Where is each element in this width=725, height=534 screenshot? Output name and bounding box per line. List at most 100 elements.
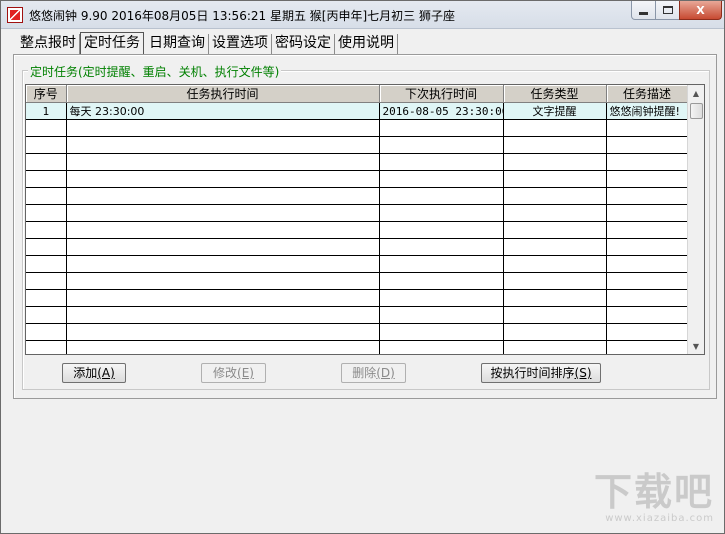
cell-empty[interactable] [66, 340, 380, 354]
cell-empty[interactable] [606, 340, 689, 354]
cell-empty[interactable] [379, 170, 504, 188]
cell-empty[interactable] [606, 170, 689, 188]
cell-empty[interactable] [66, 221, 380, 239]
cell-empty[interactable] [606, 272, 689, 290]
cell-empty[interactable] [66, 238, 380, 256]
tab-scheduled-tasks[interactable]: 定时任务 [80, 32, 144, 54]
cell-empty[interactable] [66, 119, 380, 137]
title-bar[interactable]: 悠悠闹钟 9.90 2016年08月05日 13:56:21 星期五 猴[丙申年… [1, 1, 724, 29]
cell-empty[interactable] [379, 272, 504, 290]
cell-empty[interactable] [606, 306, 689, 324]
cell-empty[interactable] [66, 204, 380, 222]
cell-empty[interactable] [503, 119, 607, 137]
cell-empty[interactable] [26, 221, 67, 239]
column-header-exec-time[interactable]: 任务执行时间 [66, 85, 380, 103]
table-row-empty[interactable] [26, 221, 689, 239]
cell-empty[interactable] [379, 323, 504, 341]
table-row-empty[interactable] [26, 153, 689, 171]
cell-empty[interactable] [606, 136, 689, 154]
cell-empty[interactable] [606, 119, 689, 137]
cell-empty[interactable] [379, 306, 504, 324]
cell-empty[interactable] [379, 136, 504, 154]
cell-empty[interactable] [379, 119, 504, 137]
cell-empty[interactable] [26, 272, 67, 290]
table-row-empty[interactable] [26, 187, 689, 205]
cell-empty[interactable] [379, 221, 504, 239]
cell-empty[interactable] [66, 306, 380, 324]
table-row-empty[interactable] [26, 170, 689, 188]
cell-empty[interactable] [503, 272, 607, 290]
tab-hourly-chime[interactable]: 整点报时 [17, 34, 80, 54]
maximize-button[interactable] [655, 1, 680, 20]
cell-empty[interactable] [503, 255, 607, 273]
tab-date-lookup[interactable]: 日期查询 [146, 34, 209, 54]
cell-empty[interactable] [606, 221, 689, 239]
tab-password[interactable]: 密码设定 [272, 34, 335, 54]
vertical-scrollbar[interactable]: ▲ ▼ [687, 85, 704, 354]
cell-empty[interactable] [26, 340, 67, 354]
table-row[interactable]: 1 每天 23:30:00 2016-08-05 23:30:00 文字提醒 悠… [26, 102, 689, 120]
table-row-empty[interactable] [26, 306, 689, 324]
task-grid[interactable]: 序号 任务执行时间 下次执行时间 任务类型 任务描述 1 每天 23:30:00… [25, 84, 705, 355]
table-row-empty[interactable] [26, 340, 689, 354]
cell-empty[interactable] [379, 255, 504, 273]
scroll-up-arrow-icon[interactable]: ▲ [688, 85, 704, 101]
cell-empty[interactable] [26, 170, 67, 188]
cell-empty[interactable] [379, 289, 504, 307]
cell-empty[interactable] [66, 289, 380, 307]
cell-next-time[interactable]: 2016-08-05 23:30:00 [379, 102, 504, 120]
add-task-button[interactable]: 添加(A) [62, 363, 126, 383]
cell-empty[interactable] [379, 187, 504, 205]
table-row-empty[interactable] [26, 119, 689, 137]
cell-desc[interactable]: 悠悠闹钟提醒! [606, 102, 689, 120]
minimize-button[interactable] [631, 1, 656, 20]
cell-empty[interactable] [66, 272, 380, 290]
table-row-empty[interactable] [26, 136, 689, 154]
column-header-type[interactable]: 任务类型 [503, 85, 607, 103]
cell-empty[interactable] [26, 255, 67, 273]
cell-empty[interactable] [503, 204, 607, 222]
cell-empty[interactable] [503, 289, 607, 307]
cell-empty[interactable] [66, 255, 380, 273]
tab-help[interactable]: 使用说明 [335, 34, 398, 54]
table-row-empty[interactable] [26, 272, 689, 290]
cell-empty[interactable] [503, 340, 607, 354]
cell-empty[interactable] [606, 289, 689, 307]
delete-task-button[interactable]: 删除(D) [341, 363, 406, 383]
cell-empty[interactable] [503, 153, 607, 171]
cell-empty[interactable] [26, 119, 67, 137]
cell-empty[interactable] [379, 153, 504, 171]
cell-type[interactable]: 文字提醒 [503, 102, 607, 120]
table-row-empty[interactable] [26, 289, 689, 307]
edit-task-button[interactable]: 修改(E) [201, 363, 266, 383]
cell-empty[interactable] [606, 204, 689, 222]
scrollbar-thumb[interactable] [690, 103, 703, 119]
cell-empty[interactable] [606, 187, 689, 205]
cell-empty[interactable] [26, 306, 67, 324]
cell-empty[interactable] [66, 323, 380, 341]
cell-empty[interactable] [26, 136, 67, 154]
cell-empty[interactable] [379, 340, 504, 354]
column-header-no[interactable]: 序号 [26, 85, 67, 103]
table-row-empty[interactable] [26, 204, 689, 222]
sort-by-time-button[interactable]: 按执行时间排序(S) [481, 363, 601, 383]
table-row-empty[interactable] [26, 323, 689, 341]
cell-exec-time[interactable]: 每天 23:30:00 [66, 102, 380, 120]
column-header-next-time[interactable]: 下次执行时间 [379, 85, 504, 103]
cell-empty[interactable] [606, 153, 689, 171]
cell-empty[interactable] [503, 170, 607, 188]
cell-empty[interactable] [66, 136, 380, 154]
cell-empty[interactable] [503, 323, 607, 341]
cell-empty[interactable] [66, 153, 380, 171]
cell-empty[interactable] [379, 238, 504, 256]
cell-empty[interactable] [606, 238, 689, 256]
cell-no[interactable]: 1 [26, 102, 67, 120]
cell-empty[interactable] [503, 238, 607, 256]
cell-empty[interactable] [606, 323, 689, 341]
table-row-empty[interactable] [26, 238, 689, 256]
tab-settings[interactable]: 设置选项 [209, 34, 272, 54]
cell-empty[interactable] [503, 221, 607, 239]
column-header-desc[interactable]: 任务描述 [606, 85, 689, 103]
cell-empty[interactable] [26, 238, 67, 256]
cell-empty[interactable] [379, 204, 504, 222]
